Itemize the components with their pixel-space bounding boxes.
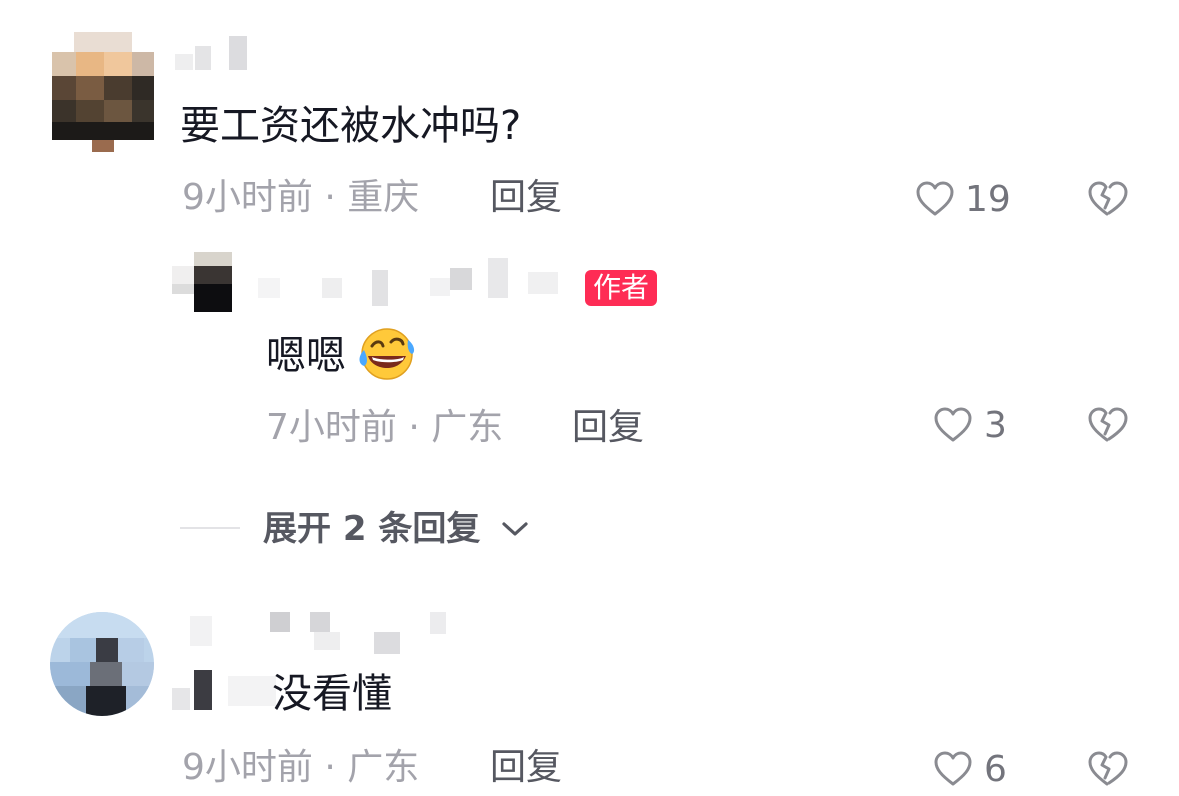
username-redacted[interactable] — [175, 36, 255, 72]
reply-reply-button[interactable]: 回复 — [572, 410, 644, 446]
reply-button[interactable]: 回复 — [490, 750, 562, 786]
like-count: 6 — [984, 749, 1007, 790]
comment-time-location: 9小时前 · 重庆 — [182, 177, 420, 218]
avatar[interactable] — [50, 612, 154, 716]
reply-button[interactable]: 回复 — [490, 180, 562, 216]
broken-heart-icon[interactable] — [1086, 406, 1128, 444]
username-redacted[interactable] — [190, 612, 460, 656]
reply-time-location: 7小时前 · 广东 — [266, 407, 504, 448]
rofl-emoji-icon — [358, 326, 416, 382]
reply-text: 嗯嗯 — [266, 333, 346, 379]
heart-outline-icon[interactable] — [915, 180, 955, 218]
expand-divider — [180, 527, 240, 529]
comment-text: 要工资还被水冲吗? — [180, 103, 522, 149]
like-count: 19 — [965, 179, 1011, 220]
avatar[interactable] — [52, 32, 154, 152]
comment-text-redacted-prefix — [172, 670, 276, 710]
author-badge: 作者 — [585, 270, 658, 306]
reply-like-count: 3 — [984, 405, 1007, 446]
reply-username-redacted[interactable] — [258, 258, 568, 308]
heart-outline-icon[interactable] — [933, 406, 973, 444]
broken-heart-icon[interactable] — [1086, 750, 1128, 788]
chevron-down-icon[interactable] — [500, 518, 530, 540]
comment-text: 没看懂 — [272, 671, 392, 717]
reply-avatar[interactable] — [172, 252, 232, 312]
comment-time-location: 9小时前 · 广东 — [182, 747, 420, 788]
expand-replies-label[interactable]: 展开 2 条回复 — [263, 512, 480, 546]
broken-heart-icon[interactable] — [1086, 180, 1128, 218]
heart-outline-icon[interactable] — [933, 750, 973, 788]
